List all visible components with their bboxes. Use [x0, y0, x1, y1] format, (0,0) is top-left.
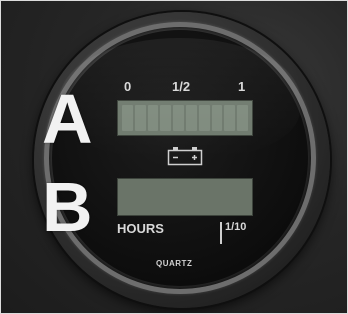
- battery-segment: [160, 105, 172, 131]
- battery-segment: [224, 105, 236, 131]
- battery-icon: [167, 147, 203, 166]
- scale-label-half: 1/2: [172, 79, 191, 94]
- battery-segment: [185, 105, 197, 131]
- battery-segment: [122, 105, 133, 131]
- scale-label-full: 1: [238, 79, 246, 94]
- battery-segment: [134, 105, 146, 131]
- battery-segment: [198, 105, 210, 131]
- battery-segment: [237, 105, 248, 131]
- brand-label: QUARTZ: [156, 259, 193, 268]
- gauge-photo: 0 1/2 1 HOURS 1/10 QUARTZ A B: [0, 0, 348, 314]
- tenth-divider: [220, 222, 222, 244]
- battery-segment: [147, 105, 159, 131]
- hours-display: [117, 178, 253, 216]
- overlay-letter-b: B: [42, 168, 93, 246]
- scale-label-empty: 0: [124, 79, 132, 94]
- hours-label: HOURS: [117, 221, 164, 236]
- overlay-letter-a: A: [42, 80, 93, 158]
- battery-level-display: [117, 100, 253, 136]
- battery-segment: [211, 105, 223, 131]
- battery-segment: [173, 105, 184, 131]
- tenth-label: 1/10: [225, 221, 247, 233]
